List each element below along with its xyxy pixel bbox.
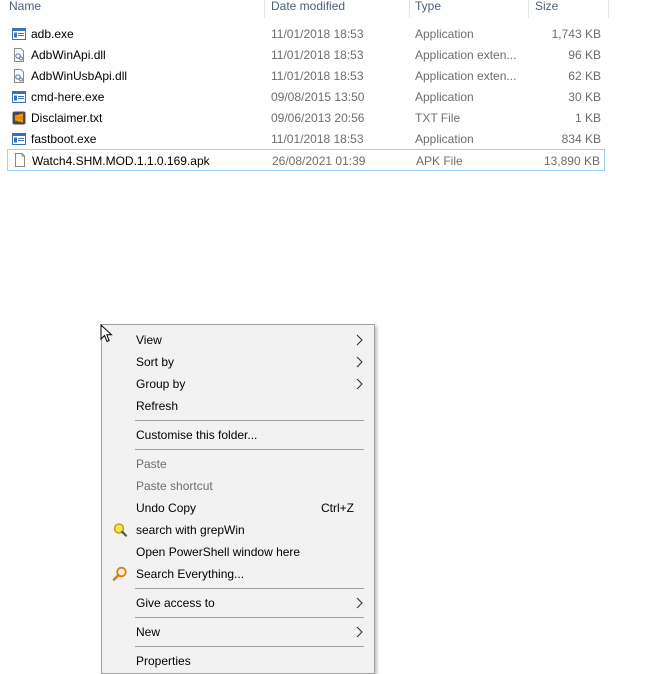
- menu-item-label: Give access to: [136, 596, 215, 610]
- grepwin-magnifier-icon: [113, 523, 128, 537]
- file-date: 09/08/2015 13:50: [271, 90, 365, 104]
- menu-item-label: Paste: [136, 457, 167, 471]
- file-date: 11/01/2018 18:53: [271, 69, 364, 83]
- menu-item-group-by[interactable]: Group by: [102, 373, 374, 395]
- dll-icon: [14, 69, 24, 83]
- menu-item-search-everything[interactable]: Search Everything...: [102, 563, 374, 585]
- column-header: Name Date modified Type Size: [0, 0, 610, 18]
- dll-icon: [14, 48, 24, 62]
- file-date: 11/01/2018 18:53: [271, 27, 364, 41]
- file-row[interactable]: Disclaimer.txt 09/06/2013 20:56 TXT File…: [8, 108, 605, 128]
- menu-item-label: search with grepWin: [136, 523, 245, 537]
- chevron-right-icon: [356, 597, 363, 609]
- menu-item-give-access[interactable]: Give access to: [102, 592, 374, 614]
- menu-item-label: Undo Copy: [136, 501, 197, 515]
- column-divider[interactable]: [528, 0, 529, 18]
- file-name: AdbWinUsbApi.dll: [31, 69, 128, 83]
- menu-separator: [135, 588, 364, 589]
- menu-item-label: Sort by: [136, 355, 175, 369]
- menu-item-label: Group by: [136, 377, 186, 391]
- mouse-cursor-icon: [100, 324, 113, 343]
- chevron-right-icon: [356, 356, 363, 368]
- file-type: Application: [415, 27, 474, 41]
- file-row[interactable]: AdbWinApi.dll 11/01/2018 18:53 Applicati…: [8, 45, 605, 65]
- menu-item-shortcut: Ctrl+Z: [321, 501, 354, 515]
- file-date: 09/06/2013 20:56: [271, 111, 365, 125]
- file-size: 834 KB: [561, 132, 601, 146]
- menu-item-label: Search Everything...: [136, 567, 245, 581]
- column-divider[interactable]: [264, 0, 265, 18]
- menu-item-sort-by[interactable]: Sort by: [102, 351, 374, 373]
- context-menu: View Sort by Group by Refresh Customise …: [101, 324, 375, 674]
- file-date: 11/01/2018 18:53: [271, 48, 364, 62]
- file-size: 1,743 KB: [551, 27, 601, 41]
- menu-separator: [135, 420, 364, 421]
- file-row[interactable]: AdbWinUsbApi.dll 11/01/2018 18:53 Applic…: [8, 66, 605, 86]
- chevron-right-icon: [356, 626, 363, 638]
- file-row-selected[interactable]: Watch4.SHM.MOD.1.1.0.169.apk 26/08/2021 …: [7, 149, 605, 171]
- menu-item-new[interactable]: New: [102, 621, 374, 643]
- file-type: Application: [415, 132, 474, 146]
- file-date: 11/01/2018 18:53: [271, 132, 364, 146]
- menu-item-label: New: [136, 625, 161, 639]
- column-size[interactable]: Size: [535, 0, 558, 13]
- file-name: cmd-here.exe: [31, 90, 105, 104]
- exe-icon: [12, 28, 26, 40]
- column-date-modified[interactable]: Date modified: [271, 0, 345, 13]
- exe-icon: [12, 133, 26, 145]
- file-row[interactable]: cmd-here.exe 09/08/2015 13:50 Applicatio…: [8, 87, 605, 107]
- menu-item-label: View: [136, 333, 162, 347]
- menu-item-refresh[interactable]: Refresh: [102, 395, 374, 417]
- sublime-text-icon: [12, 111, 26, 125]
- file-type: Application exten...: [415, 69, 517, 83]
- file-type: APK File: [416, 154, 463, 168]
- menu-item-properties[interactable]: Properties: [102, 650, 374, 672]
- file-type: Application exten...: [415, 48, 517, 62]
- column-name[interactable]: Name: [9, 0, 41, 13]
- menu-item-label: Customise this folder...: [136, 428, 258, 442]
- menu-item-view[interactable]: View: [102, 329, 374, 351]
- file-size: 13,890 KB: [543, 154, 600, 168]
- file-name: adb.exe: [31, 27, 74, 41]
- menu-item-label: Refresh: [136, 399, 179, 413]
- exe-icon: [12, 91, 26, 103]
- chevron-right-icon: [356, 334, 363, 346]
- file-name: fastboot.exe: [31, 132, 97, 146]
- menu-item-powershell[interactable]: Open PowerShell window here: [102, 541, 374, 563]
- file-name: Watch4.SHM.MOD.1.1.0.169.apk: [32, 154, 210, 168]
- file-type: TXT File: [415, 111, 461, 125]
- menu-item-undo-copy[interactable]: Undo Copy Ctrl+Z: [102, 497, 374, 519]
- menu-item-paste-shortcut[interactable]: Paste shortcut: [102, 475, 374, 497]
- menu-separator: [135, 449, 364, 450]
- menu-separator: [135, 617, 364, 618]
- file-name: Disclaimer.txt: [31, 111, 103, 125]
- column-type[interactable]: Type: [415, 0, 441, 13]
- menu-item-paste[interactable]: Paste: [102, 453, 374, 475]
- blank-file-icon: [15, 153, 25, 167]
- menu-separator: [135, 646, 364, 647]
- file-type: Application: [415, 90, 474, 104]
- menu-item-grepwin[interactable]: search with grepWin: [102, 519, 374, 541]
- file-size: 30 KB: [568, 90, 601, 104]
- file-name: AdbWinApi.dll: [31, 48, 106, 62]
- column-divider[interactable]: [608, 0, 609, 18]
- menu-item-label: Properties: [136, 654, 191, 668]
- file-row[interactable]: fastboot.exe 11/01/2018 18:53 Applicatio…: [8, 129, 605, 149]
- file-size: 96 KB: [568, 48, 601, 62]
- file-size: 1 KB: [574, 111, 601, 125]
- file-size: 62 KB: [568, 69, 601, 83]
- column-divider[interactable]: [409, 0, 410, 18]
- menu-item-customise-folder[interactable]: Customise this folder...: [102, 424, 374, 446]
- chevron-right-icon: [356, 378, 363, 390]
- file-date: 26/08/2021 01:39: [272, 154, 366, 168]
- menu-item-label: Paste shortcut: [136, 479, 213, 493]
- menu-item-label: Open PowerShell window here: [136, 545, 301, 559]
- file-row[interactable]: adb.exe 11/01/2018 18:53 Application 1,7…: [8, 24, 605, 44]
- everything-search-icon: [112, 566, 127, 581]
